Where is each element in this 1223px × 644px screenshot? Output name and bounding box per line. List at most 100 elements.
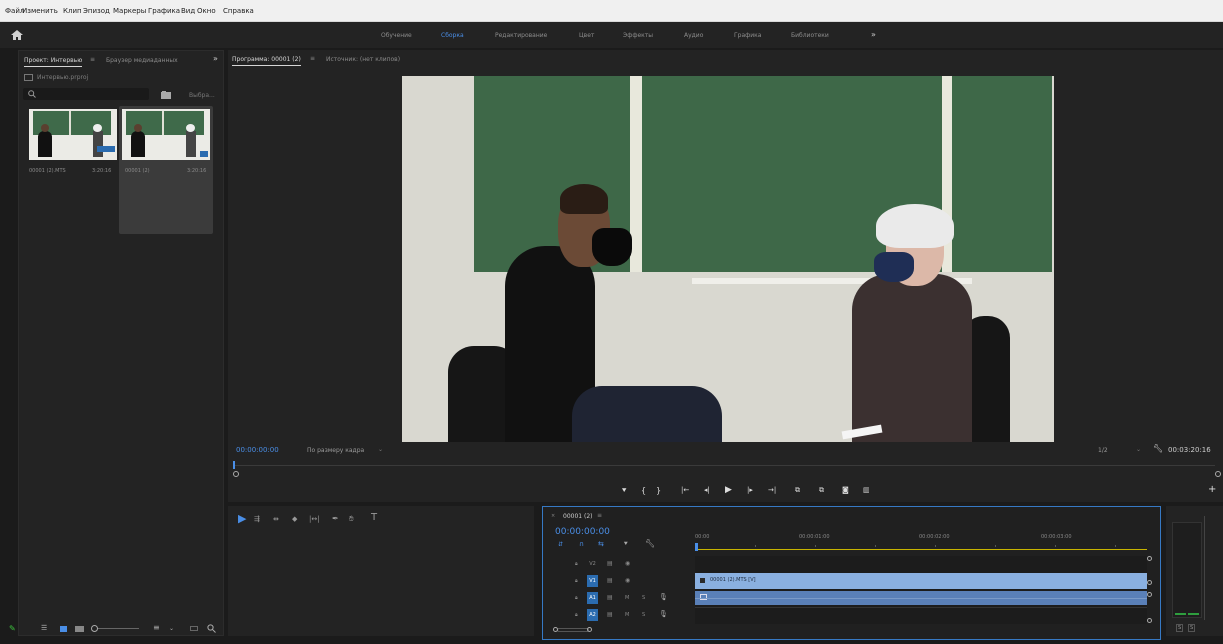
- scroll-handle[interactable]: [233, 471, 239, 477]
- find-label[interactable]: Выбра...: [189, 92, 215, 99]
- track-label[interactable]: V1: [587, 575, 598, 587]
- program-timecode[interactable]: 00:00:00:00: [236, 446, 279, 454]
- solo-button[interactable]: S: [642, 612, 645, 618]
- tab-project[interactable]: Проект: Интервью: [24, 57, 83, 67]
- menu-help[interactable]: Справка: [223, 7, 254, 15]
- track-header-v2[interactable]: 🔒︎ V2 ▤ ◉: [555, 556, 695, 573]
- chevron-down-icon[interactable]: ⌄: [1136, 446, 1141, 453]
- play-icon[interactable]: ▶: [725, 485, 732, 495]
- menu-markers[interactable]: Маркеры: [113, 7, 146, 15]
- eye-icon[interactable]: ◉: [625, 577, 630, 584]
- linked-selection-icon[interactable]: ⇆: [598, 540, 604, 548]
- sync-lock-icon[interactable]: ▤: [607, 611, 613, 618]
- tab-program-monitor[interactable]: Программа: 00001 (2): [232, 56, 301, 66]
- eye-icon[interactable]: ◉: [625, 560, 630, 567]
- find-icon[interactable]: [207, 624, 216, 633]
- slip-tool-icon[interactable]: |↔|: [309, 515, 320, 523]
- extract-icon[interactable]: ⧉: [819, 486, 824, 495]
- horizontal-scrollbar[interactable]: [557, 628, 589, 632]
- hand-tool-icon[interactable]: ✋︎: [349, 514, 354, 524]
- scroll-handle[interactable]: [587, 627, 592, 632]
- go-to-in-icon[interactable]: |←: [681, 486, 689, 494]
- solo-button[interactable]: S: [642, 595, 645, 601]
- home-icon[interactable]: [11, 30, 23, 40]
- mute-button[interactable]: M: [625, 595, 629, 601]
- tab-source-monitor[interactable]: Источник: (нет клипов): [326, 56, 400, 63]
- writable-pencil-icon[interactable]: ✎: [9, 624, 16, 633]
- search-input[interactable]: [23, 88, 149, 100]
- freeform-view-icon[interactable]: [75, 626, 84, 632]
- icon-view-icon[interactable]: [60, 626, 67, 632]
- solo-button[interactable]: S: [1176, 624, 1184, 632]
- zoom-slider[interactable]: [91, 625, 139, 632]
- menu-sequence[interactable]: Эпизод: [83, 7, 110, 15]
- video-clip[interactable]: 00001 (2).MTS [V]: [695, 573, 1147, 589]
- razor-tool-icon[interactable]: ◆: [292, 515, 297, 523]
- wrench-icon[interactable]: 🔧︎: [1153, 444, 1163, 453]
- panel-menu-icon[interactable]: ≡: [310, 55, 315, 62]
- lock-icon[interactable]: 🔒︎: [575, 578, 578, 584]
- panels-more-button[interactable]: »: [213, 54, 218, 63]
- lock-icon[interactable]: 🔒︎: [575, 612, 578, 618]
- workspace-audio[interactable]: Аудио: [684, 32, 703, 39]
- sync-lock-icon[interactable]: ▤: [607, 594, 613, 601]
- workspace-libraries[interactable]: Библиотеки: [791, 32, 829, 39]
- chevron-down-icon[interactable]: ⌄: [378, 446, 383, 453]
- solo-button[interactable]: S: [1188, 624, 1196, 632]
- lift-icon[interactable]: ⧉: [795, 486, 800, 495]
- list-view-icon[interactable]: ☰: [41, 624, 47, 632]
- sync-lock-icon[interactable]: ▤: [607, 577, 613, 584]
- timeline-timecode[interactable]: 00:00:00:00: [555, 527, 610, 537]
- fit-zoom-dropdown[interactable]: По размеру кадра: [307, 447, 364, 454]
- snap-icon[interactable]: ∩: [579, 540, 584, 548]
- workspace-color[interactable]: Цвет: [579, 32, 594, 39]
- scroll-handle[interactable]: [553, 627, 558, 632]
- type-tool-icon[interactable]: T: [371, 512, 377, 523]
- nest-icon[interactable]: ⇵: [558, 541, 563, 548]
- program-time-ruler[interactable]: [235, 460, 1215, 466]
- audio-clip-a1[interactable]: [695, 591, 1147, 605]
- menu-edit[interactable]: Изменить: [22, 7, 58, 15]
- sequence-tab[interactable]: 00001 (2): [563, 513, 593, 520]
- menu-clip[interactable]: Клип: [63, 7, 82, 15]
- track-label[interactable]: A2: [587, 609, 598, 621]
- scroll-handle[interactable]: [1147, 618, 1152, 623]
- clip-thumbnail-mts[interactable]: [29, 109, 117, 160]
- workspace-learning[interactable]: Обучение: [381, 32, 412, 39]
- sync-lock-icon[interactable]: ▤: [607, 560, 613, 567]
- scroll-handle[interactable]: [1147, 592, 1152, 597]
- track-header-a1[interactable]: 🔒︎ A1 ▤ M S 🎙︎: [555, 590, 695, 607]
- sort-dropdown-icon[interactable]: ⌄: [169, 625, 174, 632]
- lock-icon[interactable]: 🔒︎: [575, 595, 578, 601]
- panel-menu-icon[interactable]: ≡: [90, 56, 95, 63]
- camera-icon[interactable]: ◙: [842, 486, 849, 494]
- wrench-icon[interactable]: 🔧︎: [645, 539, 655, 548]
- add-marker-icon[interactable]: ⯆: [623, 540, 629, 549]
- close-icon[interactable]: ×: [551, 513, 555, 519]
- track-select-tool-icon[interactable]: ⇶: [254, 515, 260, 523]
- scroll-handle[interactable]: [1147, 556, 1152, 561]
- track-label[interactable]: A1: [587, 592, 598, 604]
- scroll-handle[interactable]: [1215, 471, 1221, 477]
- automate-icon[interactable]: [190, 626, 198, 631]
- track-header-v1[interactable]: 🔒︎ V1 ▤ ◉: [555, 573, 695, 590]
- step-back-icon[interactable]: ◂|: [704, 486, 710, 494]
- sort-icons-icon[interactable]: ≡: [153, 623, 160, 632]
- mark-out-icon[interactable]: }: [656, 486, 661, 495]
- menu-view[interactable]: Вид: [181, 7, 195, 15]
- mark-in-icon[interactable]: {: [641, 486, 646, 495]
- clip-thumbnail-sequence[interactable]: [122, 109, 210, 160]
- track-label[interactable]: V2: [587, 558, 598, 570]
- mute-button[interactable]: M: [625, 612, 629, 618]
- selection-tool-icon[interactable]: ▶: [238, 512, 246, 525]
- add-button-icon[interactable]: +: [1208, 484, 1216, 495]
- menu-window[interactable]: Окно: [197, 7, 216, 15]
- timeline-ruler[interactable]: [695, 543, 1147, 551]
- step-forward-icon[interactable]: |▸: [747, 486, 753, 494]
- track-header-a2[interactable]: 🔒︎ A2 ▤ M S 🎙︎: [555, 607, 695, 624]
- workspace-editing[interactable]: Редактирование: [495, 32, 547, 39]
- workspace-effects[interactable]: Эффекты: [623, 32, 653, 39]
- pen-tool-icon[interactable]: ✒: [332, 514, 339, 523]
- comparison-view-icon[interactable]: ▥: [863, 486, 870, 494]
- scroll-handle[interactable]: [1147, 580, 1152, 585]
